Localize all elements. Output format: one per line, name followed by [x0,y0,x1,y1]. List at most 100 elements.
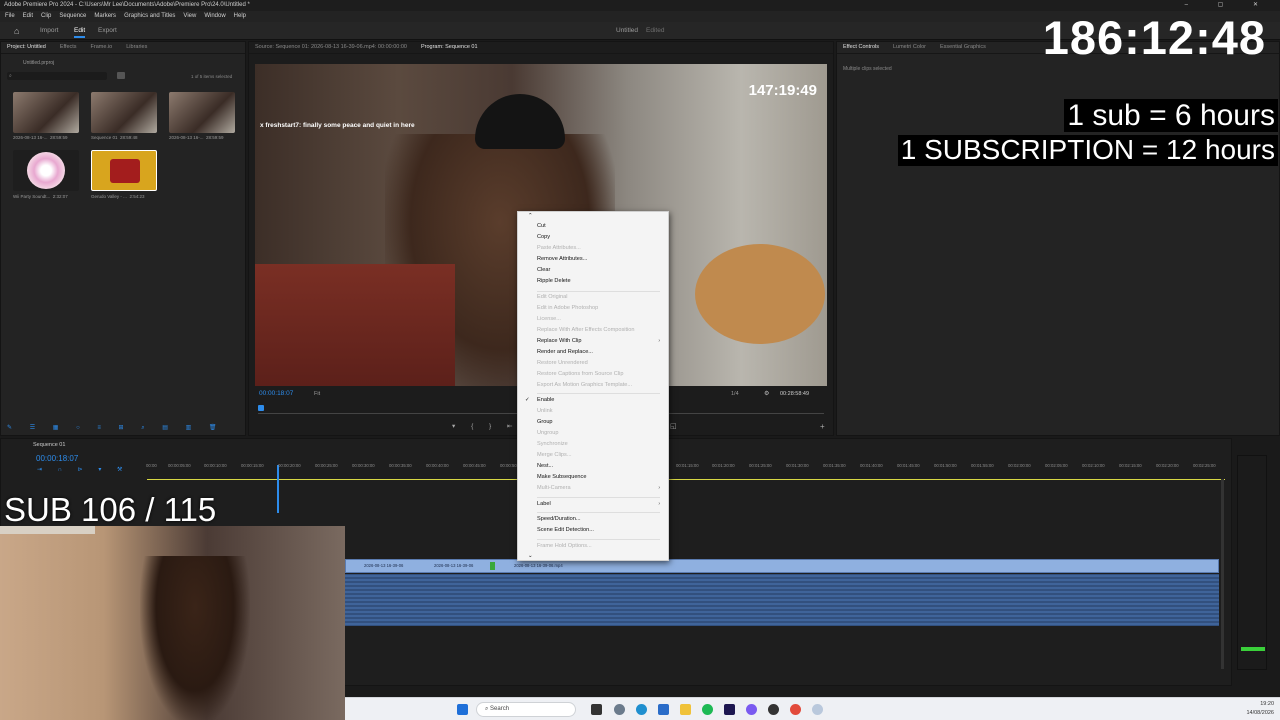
project-item-audio-gerudo[interactable] [91,150,157,191]
ruler-tick-label: 00:00:40:00 [426,463,449,468]
clip-label[interactable]: 2026-08-13 16-39-06 [434,563,473,568]
timeline-scrollbar[interactable] [1221,479,1224,669]
menu-file[interactable]: File [5,13,15,20]
spotify-icon[interactable] [702,704,713,715]
file-explorer-icon[interactable] [680,704,691,715]
project-item-clip-2[interactable] [169,92,235,133]
tab-effects[interactable]: Effects [60,44,77,51]
context-menu-item-label[interactable]: Label [537,501,551,507]
wrench-icon[interactable]: ⚙ [764,390,769,397]
menu-view[interactable]: View [183,13,196,20]
work-area-bar[interactable] [147,479,1225,480]
program-duration: 00:28:58:49 [780,391,810,397]
app-icon[interactable] [812,704,823,715]
ruler-tick-label: 00:01:55:00 [971,463,994,468]
tab-frameio[interactable]: Frame.io [91,44,113,51]
album-art [110,159,140,183]
tab-project[interactable]: Project: Untitled [7,44,46,51]
timeline-tools[interactable]: ⇥ ∩ ⊳ ▾ ⚒ [37,466,129,473]
project-item-audio-wii[interactable] [13,150,79,191]
window-controls[interactable]: – ▢ ✕ [1185,1,1272,8]
ruler-tick-label: 00:00:10:00 [204,463,227,468]
store-icon[interactable] [658,704,669,715]
windows-start-icon[interactable] [457,704,468,715]
context-menu-item-unlink: Unlink [537,408,553,414]
chrome-icon[interactable] [790,704,801,715]
clip-label[interactable]: 2026-08-13 16-39-06.mp4 [514,563,563,568]
context-menu-item-copy[interactable]: Copy [537,234,550,240]
tab-import[interactable]: Import [40,27,58,34]
scroll-down-icon[interactable]: ⌄ [528,553,533,559]
timeline-sequence-tab[interactable]: Sequence 01 [33,442,65,448]
tab-export[interactable]: Export [98,27,117,34]
video-track-clips[interactable]: 2026-08-13 16-39-06 2026-08-13 16-39-06 … [345,559,1219,573]
menu-graphics[interactable]: Graphics and Titles [124,13,175,20]
context-menu-item-replace-with-clip[interactable]: Replace With Clip [537,338,581,344]
webcam-frame-edge [0,526,95,534]
context-menu-item-nest[interactable]: Nest... [537,463,553,469]
streamer-figure [140,556,250,720]
menu-window[interactable]: Window [204,13,225,20]
menu-help[interactable]: Help [234,13,246,20]
context-menu-item-cut[interactable]: Cut [537,223,546,229]
timeline-current-time[interactable]: 00:00:18:07 [36,454,78,463]
timeline-playhead[interactable] [277,465,279,513]
context-menu-item-render-and-replace[interactable]: Render and Replace... [537,349,593,355]
context-menu-item-clear[interactable]: Clear [537,267,550,273]
settings-icon[interactable] [614,704,625,715]
ruler-tick-label: 00:02:15:00 [1119,463,1142,468]
playback-resolution-select[interactable]: 1/4 [731,391,739,397]
bin-icon[interactable] [117,72,125,79]
transport-controls[interactable]: ▾ { } ⇤ [452,422,519,430]
tab-essential-graphics[interactable]: Essential Graphics [940,44,986,51]
add-button-icon[interactable]: + [820,422,825,431]
premiere-pro-icon[interactable] [724,704,735,715]
audio-track-waveforms[interactable] [345,574,1219,626]
project-item-sequence[interactable] [91,92,157,133]
context-menu-item-make-subsequence[interactable]: Make Subsequence [537,474,586,480]
obs-icon[interactable] [768,704,779,715]
context-menu-item-enable[interactable]: Enable [537,397,554,403]
clip-label[interactable]: 2026-08-13 16-39-06 [364,563,403,568]
context-menu-item-remove-attributes[interactable]: Remove Attributes... [537,256,587,262]
tab-effect-controls[interactable]: Effect Controls [843,44,879,51]
tab-edit[interactable]: Edit [74,27,86,38]
taskbar-clock[interactable]: 19:20 14/08/2026 [1246,700,1274,718]
tab-source-monitor[interactable]: Source: Sequence 01: 2026-08-13 16-39-06… [255,44,407,51]
project-search-input[interactable]: ⌕ [7,72,107,80]
ruler-tick-label: 00:02:20:00 [1156,463,1179,468]
context-menu-item-scene-edit-detection[interactable]: Scene Edit Detection... [537,527,594,533]
promo-subscription-hours: 1 SUBSCRIPTION = 12 hours [897,134,1278,166]
tab-libraries[interactable]: Libraries [126,44,147,51]
submenu-arrow-icon: › [658,338,660,344]
ruler-tick-label: 00:01:30:00 [786,463,809,468]
menu-edit[interactable]: Edit [23,13,33,20]
checkmark-icon: ✓ [525,397,530,403]
scroll-up-icon[interactable]: ⌃ [528,213,533,219]
discord-icon[interactable] [746,704,757,715]
context-menu-item-ripple-delete[interactable]: Ripple Delete [537,278,571,284]
project-panel-footer-icons[interactable]: ✎ ☰ ▦ ○ ≡ ⊞ ⌕ ▤ ▥ 🗑 [7,424,241,434]
menu-sequence[interactable]: Sequence [59,13,86,20]
program-current-time[interactable]: 00:00:18:07 [259,390,293,397]
project-item-clip-1[interactable] [13,92,79,133]
context-menu-item-group[interactable]: Group [537,419,553,425]
edge-icon[interactable] [636,704,647,715]
ruler-tick-label: 00:00:35:00 [389,463,412,468]
home-icon[interactable]: ⌂ [14,26,19,36]
context-menu-item-synchronize: Synchronize [537,441,568,447]
context-menu-item-speed-duration[interactable]: Speed/Duration... [537,516,581,522]
ruler-tick-label: 00:01:50:00 [934,463,957,468]
tab-lumetri-color[interactable]: Lumetri Color [893,44,926,51]
playhead-marker[interactable] [258,405,264,411]
tab-program-monitor[interactable]: Program: Sequence 01 [421,44,478,51]
menu-clip[interactable]: Clip [41,13,51,20]
task-view-icon[interactable] [591,704,602,715]
fit-select[interactable]: Fit [314,391,320,397]
document-status: Edited [646,27,665,34]
ruler-tick-label: 00:02:05:00 [1045,463,1068,468]
taskbar-search[interactable]: ⌕ Search [476,702,576,717]
export-frame-icon[interactable]: ◱ [670,422,677,430]
menu-markers[interactable]: Markers [94,13,116,20]
clock-time: 19:20 [1260,701,1274,707]
